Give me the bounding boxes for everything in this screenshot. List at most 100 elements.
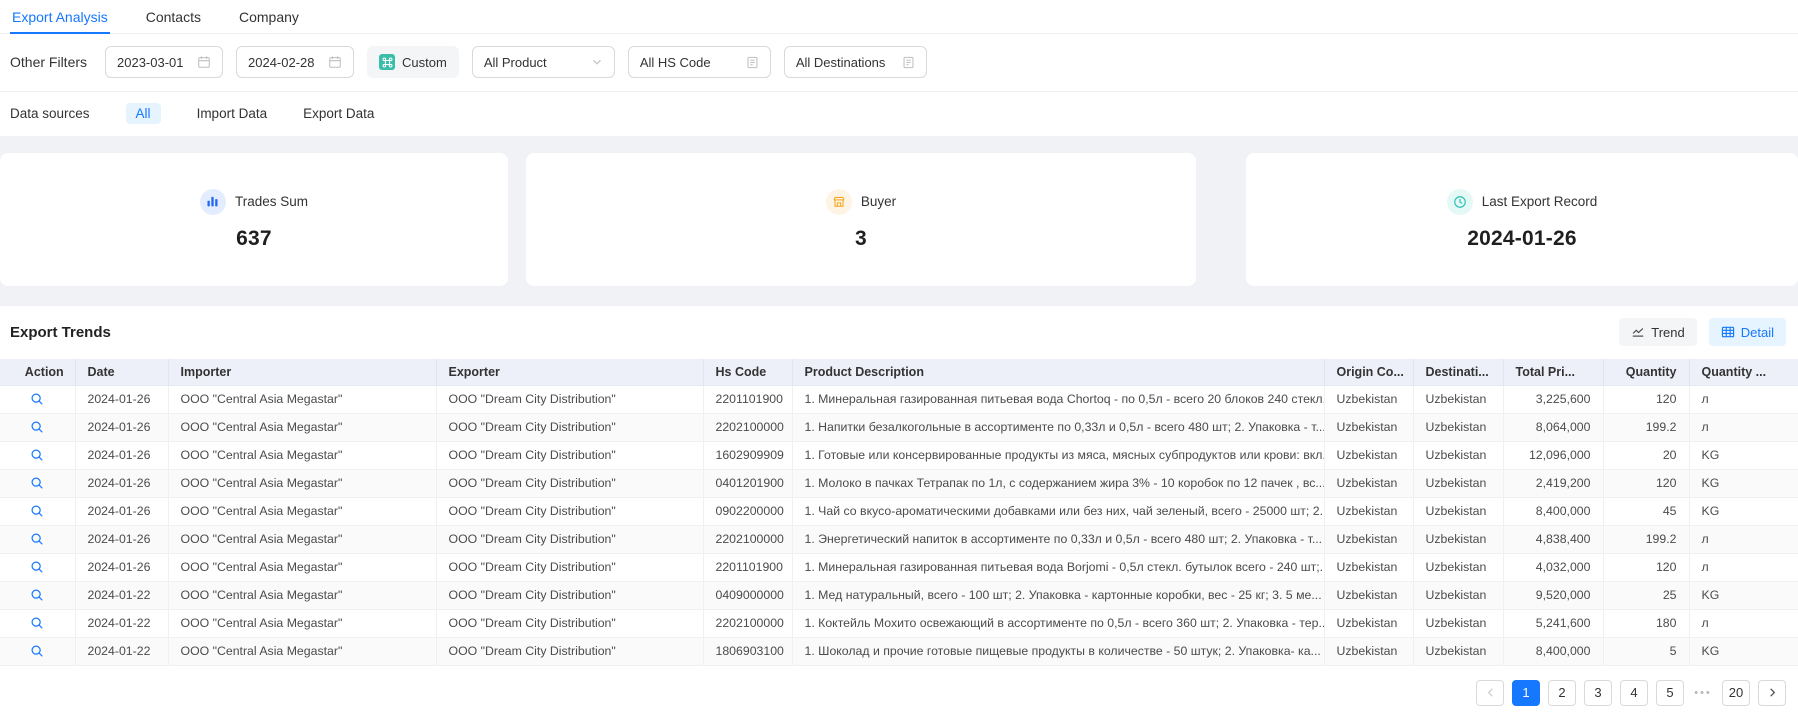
pagination-page-1[interactable]: 1 (1512, 680, 1540, 706)
column-header-date: Date (75, 359, 168, 385)
cell-importer: OOO "Central Asia Megastar" (168, 469, 436, 497)
cell-destination: Uzbekistan (1413, 497, 1503, 525)
top-tab-bar: Export Analysis Contacts Company (0, 0, 1798, 34)
pagination-page-4[interactable]: 4 (1620, 680, 1648, 706)
cell-origin-country: Uzbekistan (1324, 553, 1413, 581)
column-header-quantity-unit: Quantity ... (1689, 359, 1798, 385)
buyer-value: 3 (855, 227, 867, 251)
row-detail-button[interactable] (0, 525, 75, 553)
cell-hs-code: 2202100000 (703, 525, 792, 553)
custom-range-button[interactable]: Custom (367, 46, 459, 78)
table-row: 2024-01-26 OOO "Central Asia Megastar" O… (0, 497, 1798, 525)
date-from-input[interactable]: 2023-03-01 (105, 46, 223, 78)
cell-quantity: 45 (1603, 497, 1689, 525)
pagination-page-2[interactable]: 2 (1548, 680, 1576, 706)
column-header-quantity: Quantity (1603, 359, 1689, 385)
cell-hs-code: 0401201900 (703, 469, 792, 497)
cell-quantity: 199.2 (1603, 525, 1689, 553)
date-from-value: 2023-03-01 (117, 55, 184, 70)
table-row: 2024-01-22 OOO "Central Asia Megastar" O… (0, 609, 1798, 637)
cell-destination: Uzbekistan (1413, 637, 1503, 665)
source-option-import[interactable]: Import Data (197, 106, 268, 121)
pagination-page-5[interactable]: 5 (1656, 680, 1684, 706)
cell-destination: Uzbekistan (1413, 525, 1503, 553)
pagination: 12345 ••• 20 (0, 666, 1798, 706)
cell-quantity-unit: KG (1689, 497, 1798, 525)
cell-importer: OOO "Central Asia Megastar" (168, 441, 436, 469)
cell-importer: OOO "Central Asia Megastar" (168, 497, 436, 525)
destinations-select[interactable]: All Destinations (784, 46, 927, 78)
cell-total-price: 12,096,000 (1503, 441, 1603, 469)
cell-date: 2024-01-26 (75, 385, 168, 413)
tab-contacts[interactable]: Contacts (144, 0, 203, 33)
cell-date: 2024-01-26 (75, 413, 168, 441)
pagination-page-20[interactable]: 20 (1722, 680, 1750, 706)
cell-quantity: 120 (1603, 553, 1689, 581)
cell-hs-code: 2201101900 (703, 385, 792, 413)
data-sources-row: Data sources All Import Data Export Data (0, 92, 1798, 136)
pagination-page-3[interactable]: 3 (1584, 680, 1612, 706)
row-detail-button[interactable] (0, 469, 75, 497)
line-chart-icon (1631, 325, 1645, 339)
source-option-all[interactable]: All (126, 103, 161, 124)
cell-quantity-unit: KG (1689, 581, 1798, 609)
cell-quantity: 199.2 (1603, 413, 1689, 441)
cell-hs-code: 1806903100 (703, 637, 792, 665)
cell-quantity: 5 (1603, 637, 1689, 665)
other-filters-label: Other Filters (10, 54, 87, 70)
pagination-next-button[interactable] (1758, 680, 1786, 706)
row-detail-button[interactable] (0, 441, 75, 469)
product-select[interactable]: All Product (472, 46, 615, 78)
export-trends-title: Export Trends (10, 324, 111, 341)
cell-total-price: 4,838,400 (1503, 525, 1603, 553)
table-row: 2024-01-26 OOO "Central Asia Megastar" O… (0, 413, 1798, 441)
cell-exporter: OOO "Dream City Distribution" (436, 497, 703, 525)
column-header-product-description: Product Description (792, 359, 1324, 385)
cell-quantity: 180 (1603, 609, 1689, 637)
cell-quantity-unit: KG (1689, 469, 1798, 497)
row-detail-button[interactable] (0, 385, 75, 413)
source-option-export[interactable]: Export Data (303, 106, 374, 121)
export-trends-table: Action Date Importer Exporter Hs Code Pr… (0, 359, 1798, 666)
cell-quantity-unit: л (1689, 385, 1798, 413)
cell-total-price: 4,032,000 (1503, 553, 1603, 581)
cell-product-description: 1. Шоколад и прочие готовые пищевые прод… (792, 637, 1324, 665)
row-detail-button[interactable] (0, 413, 75, 441)
table-row: 2024-01-26 OOO "Central Asia Megastar" O… (0, 525, 1798, 553)
last-export-record-card: Last Export Record 2024-01-26 (1246, 153, 1798, 286)
row-detail-button[interactable] (0, 637, 75, 665)
trend-button-label: Trend (1651, 325, 1684, 340)
cell-total-price: 3,225,600 (1503, 385, 1603, 413)
row-detail-button[interactable] (0, 553, 75, 581)
column-header-importer: Importer (168, 359, 436, 385)
cell-destination: Uzbekistan (1413, 385, 1503, 413)
table-row: 2024-01-22 OOO "Central Asia Megastar" O… (0, 581, 1798, 609)
pagination-ellipsis[interactable]: ••• (1692, 680, 1714, 706)
table-row: 2024-01-26 OOO "Central Asia Megastar" O… (0, 441, 1798, 469)
cell-destination: Uzbekistan (1413, 469, 1503, 497)
table-icon (1721, 325, 1735, 339)
cell-exporter: OOO "Dream City Distribution" (436, 581, 703, 609)
chevron-right-icon (1767, 687, 1778, 698)
cell-importer: OOO "Central Asia Megastar" (168, 525, 436, 553)
pagination-prev-button[interactable] (1476, 680, 1504, 706)
tab-export-analysis[interactable]: Export Analysis (10, 0, 110, 33)
date-to-value: 2024-02-28 (248, 55, 315, 70)
hs-code-select[interactable]: All HS Code (628, 46, 771, 78)
row-detail-button[interactable] (0, 497, 75, 525)
cell-date: 2024-01-22 (75, 609, 168, 637)
cell-importer: OOO "Central Asia Megastar" (168, 413, 436, 441)
calendar-icon (197, 55, 211, 69)
cell-origin-country: Uzbekistan (1324, 497, 1413, 525)
row-detail-button[interactable] (0, 581, 75, 609)
tab-company[interactable]: Company (237, 0, 301, 33)
detail-view-button[interactable]: Detail (1709, 318, 1786, 346)
trades-sum-label: Trades Sum (235, 194, 308, 209)
cell-origin-country: Uzbekistan (1324, 581, 1413, 609)
date-to-input[interactable]: 2024-02-28 (236, 46, 354, 78)
cell-date: 2024-01-26 (75, 525, 168, 553)
row-detail-button[interactable] (0, 609, 75, 637)
cell-date: 2024-01-26 (75, 469, 168, 497)
trend-view-button[interactable]: Trend (1619, 318, 1696, 346)
cell-hs-code: 0902200000 (703, 497, 792, 525)
